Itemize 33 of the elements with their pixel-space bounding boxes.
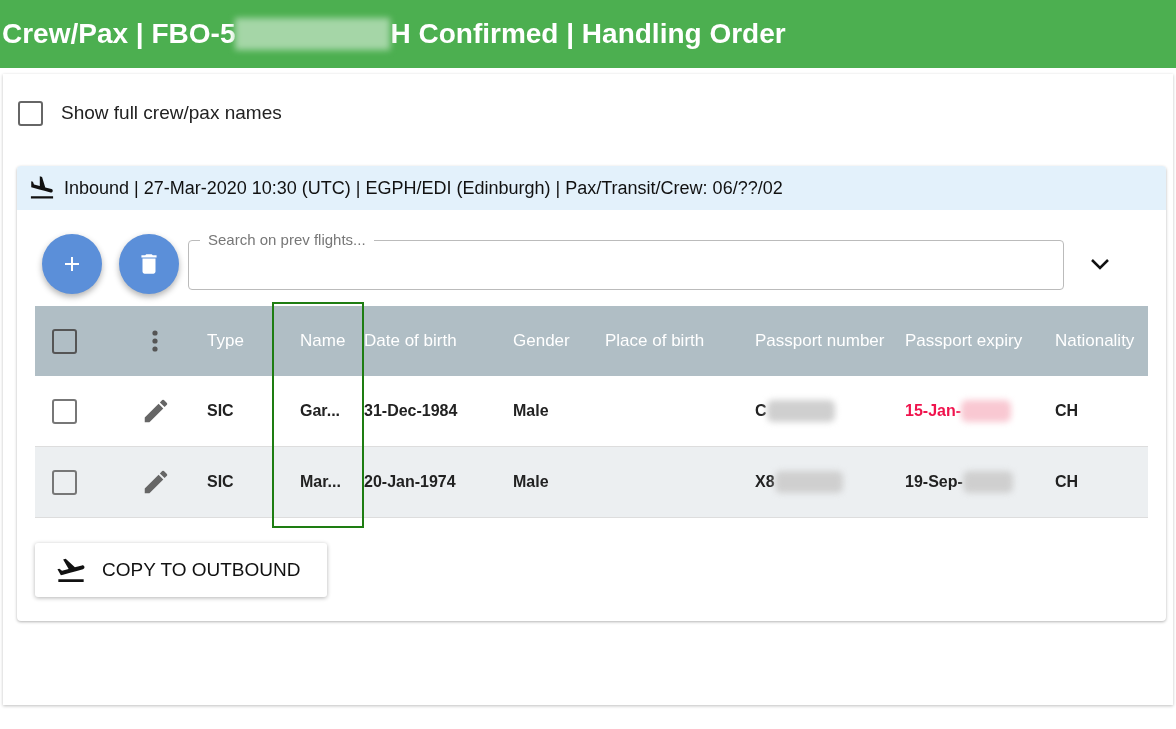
column-header[interactable]: Nationality (1055, 331, 1135, 351)
column-header[interactable]: Name (300, 331, 346, 351)
table-cell-text: Male (513, 401, 549, 421)
column-header[interactable]: Type (207, 331, 244, 351)
copy-to-outbound-button[interactable]: COPY TO OUTBOUND (35, 543, 327, 597)
table-cell-text: 31-Dec-1984 (364, 401, 458, 421)
column-header[interactable]: Gender (513, 331, 570, 351)
table-cell-text: Male (513, 472, 549, 492)
checkbox[interactable] (52, 469, 77, 495)
checkbox[interactable] (52, 328, 77, 354)
checkbox[interactable] (18, 100, 43, 126)
window-title: Crew/Pax | FBO-5 (2, 17, 236, 51)
table-cell-text: 19-Sep- (905, 472, 963, 492)
table-cell-text: CH (1055, 472, 1079, 492)
checkbox-label[interactable]: Show full crew/pax names (61, 99, 282, 128)
table-cell-text: 15-Jan- (905, 401, 962, 421)
table-cell-text: C (755, 401, 767, 421)
column-header[interactable]: Passport expiry (905, 331, 1023, 351)
checkbox[interactable] (52, 398, 77, 424)
window-title: H Confirmed | Handling Order (390, 17, 786, 51)
table-cell-text: Mar... (300, 472, 341, 492)
column-header[interactable]: Place of birth (605, 331, 705, 351)
table-cell-text: SIC (207, 472, 234, 492)
table-cell-text: Gar... (300, 401, 341, 421)
more-vertical-icon[interactable] (151, 329, 159, 353)
column-header[interactable]: Date of birth (364, 331, 457, 351)
chevron-down-icon[interactable] (1089, 256, 1111, 272)
table-cell-text: X8 (755, 472, 775, 492)
table-cell-text: CH (1055, 401, 1079, 421)
table-cell-text: SIC (207, 401, 234, 421)
column-header[interactable]: Passport number (755, 331, 885, 351)
section-header: Inbound | 27-Mar-2020 10:30 (UTC) | EGPH/EDI (Edinburgh) | Pax/Transit/Crew: 06/??/02 (64, 176, 783, 200)
table-cell-text: 20-Jan-1974 (364, 472, 456, 492)
